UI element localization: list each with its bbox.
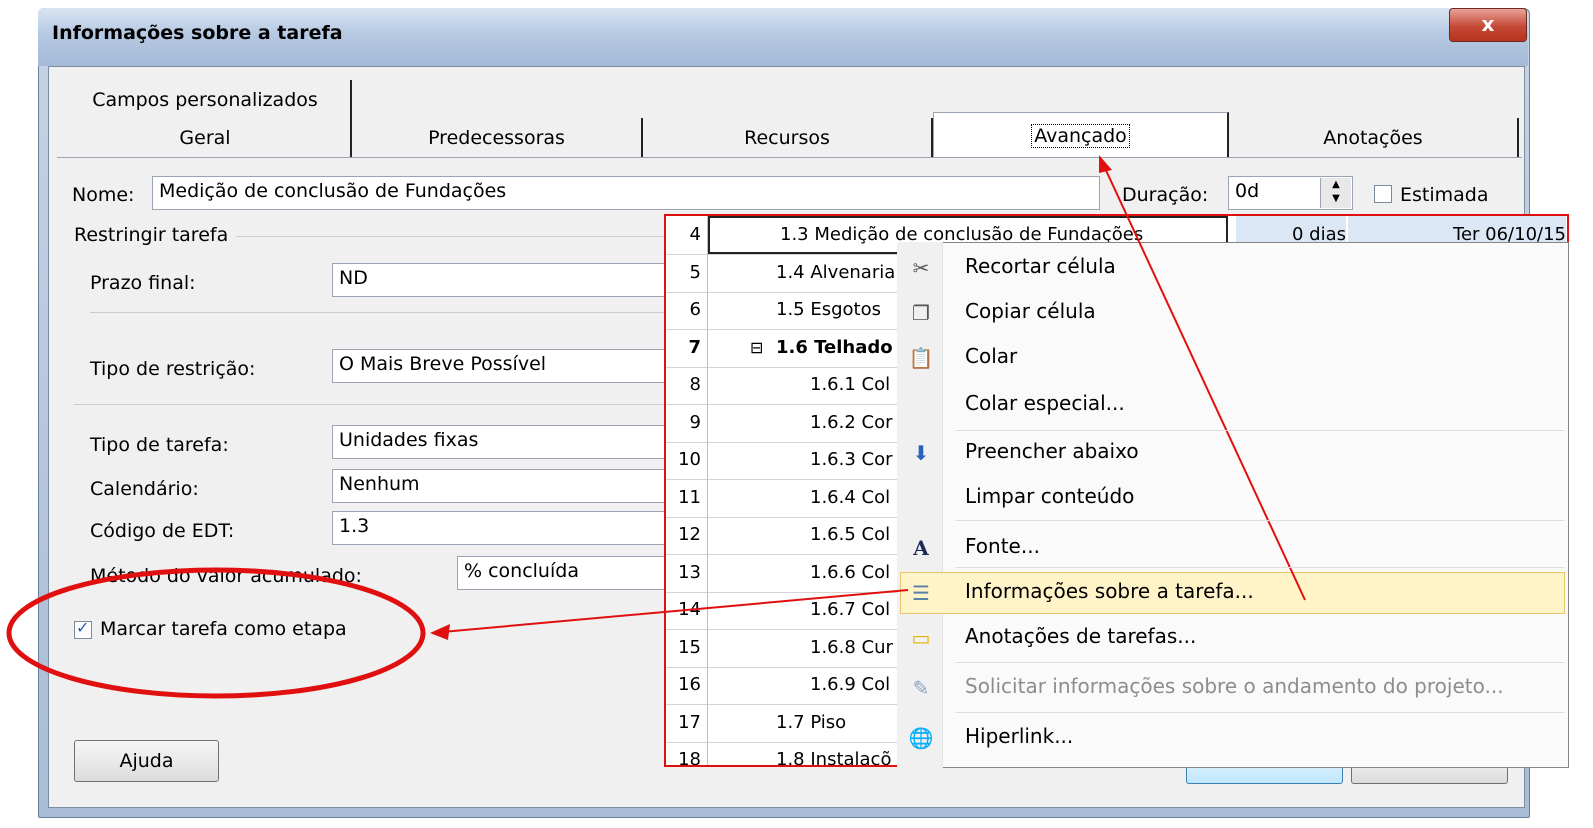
menu-item-solicitar-informações-sobre-o-andamento-do-projeto[interactable]: Solicitar informações sobre o andamento … xyxy=(965,674,1504,698)
hyperlink-icon: 🌐 xyxy=(908,726,934,750)
notes-icon: ▭ xyxy=(911,626,931,650)
menu-item-fonte[interactable]: Fonte... xyxy=(965,534,1040,558)
annotation-arrow-line xyxy=(441,589,909,633)
menu-item-copiar-célula[interactable]: Copiar célula xyxy=(965,299,1096,323)
menu-item-informações-sobre-a-tarefa[interactable]: Informações sobre a tarefa... xyxy=(965,579,1254,603)
menu-item-colar-especial[interactable]: Colar especial... xyxy=(965,391,1125,415)
annotation-arrow-line xyxy=(1103,165,1306,601)
menu-separator xyxy=(955,520,1565,521)
fill-down-icon: ⬇ xyxy=(912,441,930,465)
paste-icon: 📋 xyxy=(908,346,934,370)
annotation-arrow-head xyxy=(430,624,450,640)
menu-item-anotações-de-tarefas[interactable]: Anotações de tarefas... xyxy=(965,624,1196,648)
menu-separator xyxy=(955,662,1565,663)
font-icon: A xyxy=(913,536,929,560)
annotation-ellipse xyxy=(6,567,426,699)
menu-item-recortar-célula[interactable]: Recortar célula xyxy=(965,254,1116,278)
request-progress-icon: ✎ xyxy=(912,676,930,700)
annotation-arrow-head xyxy=(1099,155,1112,173)
menu-item-colar[interactable]: Colar xyxy=(965,344,1017,368)
scissors-icon: ✂ xyxy=(912,256,930,280)
menu-item-limpar-conteúdo[interactable]: Limpar conteúdo xyxy=(965,484,1134,508)
menu-separator xyxy=(955,712,1565,713)
menu-item-preencher-abaixo[interactable]: Preencher abaixo xyxy=(965,439,1139,463)
task-info-icon: ☰ xyxy=(912,581,930,605)
menu-item-hiperlink[interactable]: Hiperlink... xyxy=(965,724,1073,748)
copy-icon: ❐ xyxy=(912,301,930,325)
menu-separator xyxy=(955,567,1565,568)
annotation-layer xyxy=(6,155,1306,699)
menu-separator xyxy=(955,430,1565,431)
